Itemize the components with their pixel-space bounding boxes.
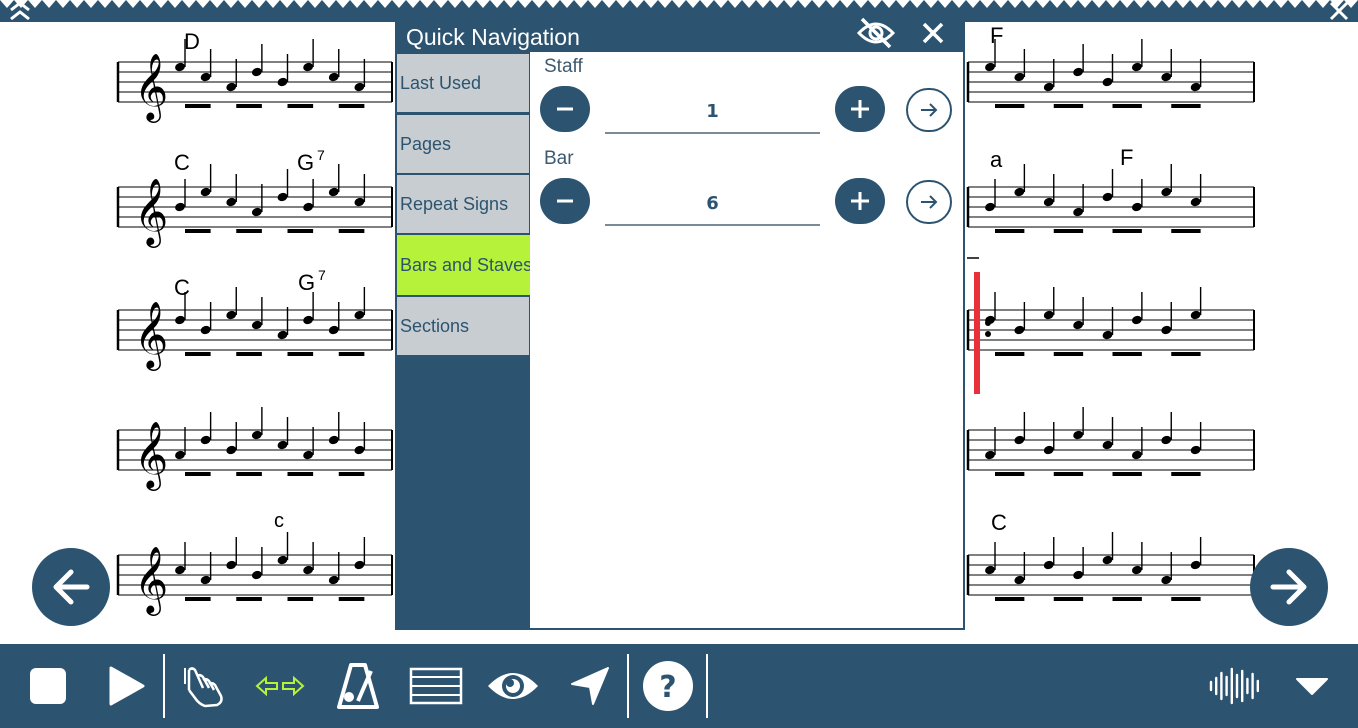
metronome-icon	[337, 663, 379, 709]
navigation-sidebar: Last Used Pages Repeat Signs Bars and St…	[397, 52, 533, 628]
more-menu-button[interactable]	[1288, 644, 1336, 728]
close-icon	[922, 22, 944, 44]
bar-number-input[interactable]	[605, 182, 820, 226]
dialog-header: Quick Navigation	[397, 12, 963, 52]
touch-mode-button[interactable]	[178, 644, 234, 728]
staff-go-button[interactable]	[906, 88, 952, 132]
score-view-button[interactable]	[406, 644, 466, 728]
hide-dialog-button[interactable]	[855, 16, 897, 50]
chord-symbol: C	[174, 275, 190, 300]
help-button[interactable]: ?	[640, 644, 696, 728]
toolbar-separator	[163, 654, 165, 718]
quick-navigation-dialog: Quick Navigation Last Used Pages Repeat …	[395, 10, 965, 630]
svg-text:𝄞: 𝄞	[134, 300, 168, 371]
stop-icon	[30, 668, 66, 704]
stop-button[interactable]	[22, 644, 74, 728]
arrow-right-icon	[1270, 569, 1307, 605]
svg-text:?: ?	[659, 670, 676, 705]
repeat-dot	[985, 331, 991, 337]
toolbar-separator	[627, 654, 629, 718]
tab-label: Bars and Staves	[400, 254, 533, 275]
go-arrow-icon	[921, 103, 938, 117]
close-corner-icon[interactable]	[1327, 0, 1351, 22]
bar-label: Bar	[544, 148, 574, 169]
chord-symbol: D	[184, 29, 200, 54]
audio-wave-icon	[1209, 667, 1259, 705]
hand-pointer-icon	[184, 667, 223, 708]
chord-symbol: C	[174, 150, 190, 175]
minus-icon	[557, 107, 573, 111]
tab-repeat-signs[interactable]: Repeat Signs	[397, 175, 529, 233]
staff-label: Staff	[544, 56, 583, 77]
arrow-left-icon	[53, 569, 90, 605]
play-button[interactable]	[100, 644, 152, 728]
navigate-icon	[571, 667, 609, 705]
dialog-content: Staff Bar	[530, 52, 963, 628]
staff-number-input[interactable]	[605, 90, 820, 134]
eye-icon	[488, 673, 538, 699]
chord-symbol: C	[991, 510, 1007, 535]
svg-text:𝄞: 𝄞	[134, 52, 168, 123]
dropdown-icon	[1296, 678, 1328, 695]
chord-symbol: F	[1120, 145, 1133, 170]
bar-increment-button[interactable]	[835, 178, 885, 224]
go-arrow-icon	[921, 195, 938, 209]
repeat-dot	[985, 320, 991, 326]
close-dialog-button[interactable]	[915, 16, 951, 50]
svg-text:𝄞: 𝄞	[134, 177, 168, 248]
svg-text:𝄞: 𝄞	[134, 545, 168, 616]
playback-cursor	[974, 272, 980, 394]
tab-label: Pages	[400, 133, 452, 154]
tab-pages[interactable]: Pages	[397, 115, 529, 173]
bar-decrement-button[interactable]	[540, 178, 590, 224]
minus-icon	[557, 199, 573, 203]
tab-label: Sections	[400, 315, 470, 336]
play-icon	[109, 666, 145, 706]
tab-last-used[interactable]: Last Used	[397, 54, 529, 112]
swap-voices-button[interactable]	[252, 644, 308, 728]
svg-text:𝄞: 𝄞	[134, 420, 168, 491]
tab-label: Repeat Signs	[400, 193, 509, 214]
plus-icon	[851, 192, 869, 210]
chord-symbol: G	[298, 270, 315, 295]
chord-symbol: F	[990, 23, 1003, 48]
bottom-toolbar: ?	[0, 642, 1358, 728]
chord-symbol: G	[297, 150, 314, 175]
collapse-up-left-icon[interactable]	[8, 0, 32, 22]
staff-increment-button[interactable]	[835, 86, 885, 132]
chord-superscript: 7	[318, 267, 326, 283]
chord-superscript: 7	[317, 147, 325, 163]
chord-symbol: a	[990, 147, 1003, 172]
quick-navigation-button[interactable]	[562, 644, 618, 728]
toolbar-separator	[706, 654, 708, 718]
tab-sections[interactable]: Sections	[397, 297, 529, 355]
staff-decrement-button[interactable]	[540, 86, 590, 132]
tab-label: Last Used	[400, 72, 482, 93]
bar-go-button[interactable]	[906, 180, 952, 224]
swap-arrows-icon	[255, 675, 305, 697]
tab-bars-and-staves[interactable]: Bars and Staves	[397, 235, 533, 295]
plus-icon	[851, 100, 869, 118]
next-page-button[interactable]	[1250, 548, 1328, 626]
eye-off-icon	[856, 17, 896, 49]
metronome-button[interactable]	[330, 644, 386, 728]
previous-page-button[interactable]	[32, 548, 110, 626]
staff-lines-icon	[409, 667, 463, 705]
visibility-button[interactable]	[484, 644, 542, 728]
chord-symbol: c	[274, 510, 284, 532]
audio-settings-button[interactable]	[1205, 644, 1265, 728]
dialog-title: Quick Navigation	[406, 24, 580, 50]
help-icon: ?	[643, 661, 693, 711]
